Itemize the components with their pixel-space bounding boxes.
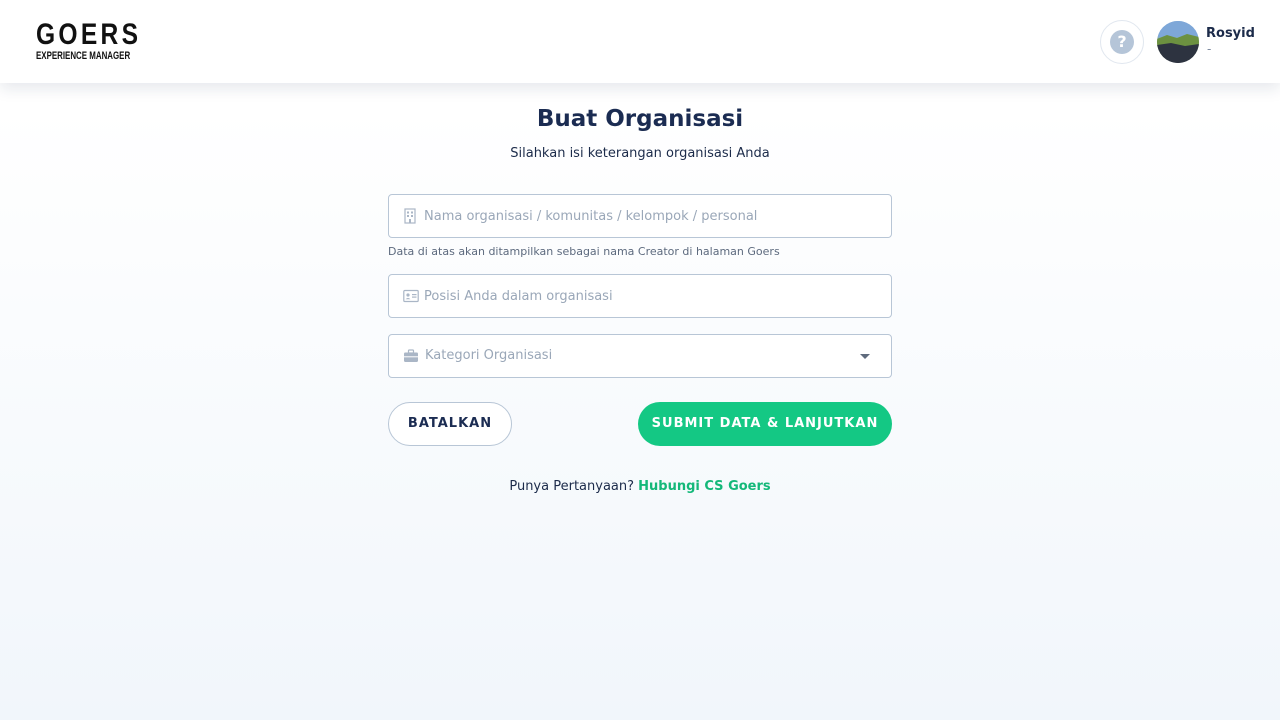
avatar[interactable] — [1157, 21, 1199, 63]
support-question-text: Punya Pertanyaan? — [509, 479, 635, 494]
briefcase-icon — [404, 349, 418, 362]
submit-button[interactable]: SUBMIT DATA & LANJUTKAN — [638, 402, 892, 446]
question-circle-icon: ? — [1110, 30, 1134, 54]
category-select[interactable]: Kategori Organisasi — [388, 334, 892, 378]
chevron-down-icon — [860, 354, 870, 359]
id-card-icon — [403, 289, 419, 303]
avatar-landscape-image — [1157, 21, 1199, 63]
position-field[interactable] — [388, 274, 892, 318]
cancel-button[interactable]: BATALKAN — [388, 402, 512, 446]
logo-wordmark: GOERS — [36, 18, 142, 51]
support-prompt: Punya Pertanyaan? Hubungi CS Goers — [0, 479, 1280, 494]
help-button[interactable]: ? — [1100, 20, 1144, 64]
contact-cs-link[interactable]: Hubungi CS Goers — [638, 479, 770, 494]
logo-tagline: EXPERIENCE MANAGER — [36, 50, 131, 62]
building-icon — [404, 208, 416, 224]
position-input[interactable] — [424, 275, 864, 317]
user-name[interactable]: Rosyid — [1206, 26, 1255, 41]
top-header: GOERS EXPERIENCE MANAGER ? Rosyid - — [0, 0, 1280, 83]
goers-logo[interactable]: GOERS EXPERIENCE MANAGER — [36, 18, 142, 64]
user-role: - — [1207, 42, 1212, 56]
org-name-helper-text: Data di atas akan ditampilkan sebagai na… — [388, 245, 780, 258]
org-name-field[interactable] — [388, 194, 892, 238]
org-name-input[interactable] — [424, 195, 864, 237]
page-title: Buat Organisasi — [536, 106, 744, 132]
page-subtitle: Silahkan isi keterangan organisasi Anda — [510, 146, 770, 161]
category-select-label: Kategori Organisasi — [425, 348, 553, 363]
